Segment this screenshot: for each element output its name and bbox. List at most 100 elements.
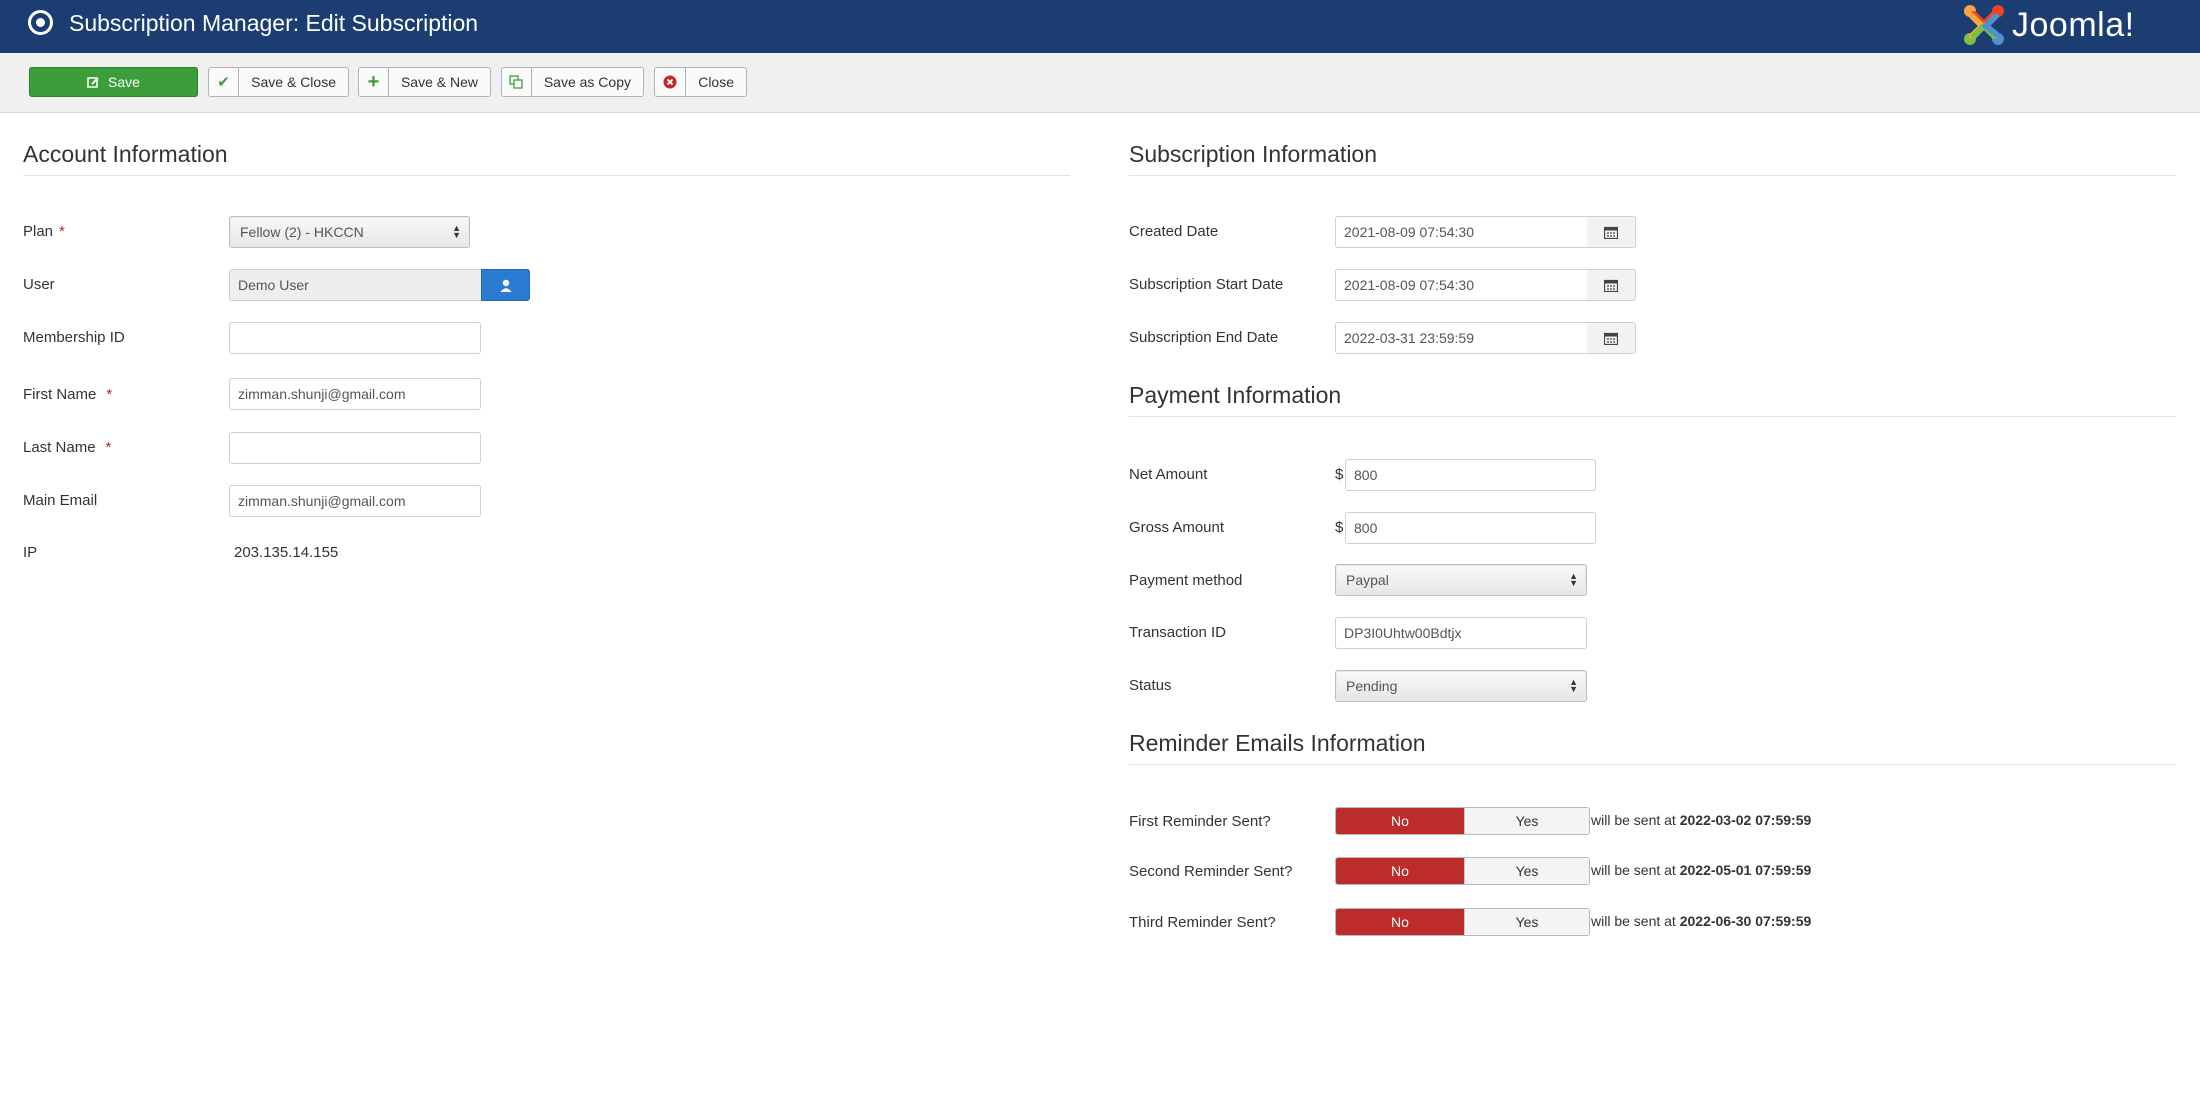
end-date-label: Subscription End Date: [1129, 329, 1279, 346]
subscription-divider: [1129, 175, 2176, 176]
start-date-label: Subscription Start Date: [1129, 276, 1284, 293]
plan-label-text: Plan: [23, 223, 54, 240]
close-button[interactable]: Close: [654, 67, 747, 97]
reminder-note-prefix: will be sent at: [1591, 862, 1676, 878]
membership-id-label: Membership ID: [23, 329, 125, 346]
payment-section-title: Payment Information: [1129, 382, 1342, 408]
reminder-date: 2022-06-30 07:59:59: [1679, 913, 1812, 929]
save-copy-button[interactable]: Save as Copy: [501, 67, 644, 97]
second-reminder-no-option[interactable]: No: [1336, 858, 1464, 884]
start-date-input[interactable]: 2021-08-09 07:54:30: [1335, 269, 1588, 301]
first-reminder-toggle: No Yes: [1335, 807, 1590, 835]
transaction-id-input[interactable]: DP3I0Uhtw00Bdtjx: [1335, 617, 1587, 649]
payment-method-value: Paypal: [1346, 572, 1389, 588]
ip-label: IP: [23, 544, 38, 561]
select-arrows-icon: ▲ ▼: [1569, 571, 1578, 588]
save-new-button-label: Save & New: [400, 74, 478, 90]
net-amount-label: Net Amount: [1129, 466, 1208, 483]
required-marker: *: [59, 223, 65, 240]
close-button-label: Close: [698, 74, 734, 90]
reminders-section-title: Reminder Emails Information: [1129, 730, 1426, 756]
main-email-label: Main Email: [23, 492, 98, 509]
save-button-label: Save: [108, 74, 140, 90]
save-new-button[interactable]: + Save & New: [358, 67, 491, 97]
user-label: User: [23, 276, 55, 293]
save-close-button[interactable]: ✔ Save & Close: [208, 67, 349, 97]
first-reminder-yes-option[interactable]: Yes: [1464, 808, 1589, 834]
first-name-label: First Name *: [23, 386, 112, 403]
first-name-input[interactable]: zimman.shunji@gmail.com: [229, 378, 481, 410]
joomla-logo[interactable]: Joomla!: [1962, 4, 2176, 46]
app-header: Subscription Manager: Edit Subscription …: [0, 0, 2200, 53]
created-date-calendar-button[interactable]: [1587, 216, 1636, 248]
reminder-date: 2022-05-01 07:59:59: [1679, 862, 1812, 878]
gross-amount-label: Gross Amount: [1129, 519, 1225, 536]
select-arrows-icon: ▲ ▼: [452, 223, 461, 240]
first-name-label-text: First Name: [23, 386, 97, 403]
third-reminder-toggle: No Yes: [1335, 908, 1590, 936]
calendar-icon: [1604, 332, 1618, 345]
close-circle-icon: [655, 68, 687, 96]
reminder-label: First Reminder Sent?: [1129, 813, 1271, 830]
plan-select-value: Fellow (2) - HKCCN: [240, 224, 364, 240]
end-date-input[interactable]: 2022-03-31 23:59:59: [1335, 322, 1588, 354]
reminder-label: Third Reminder Sent?: [1129, 914, 1276, 931]
created-date-input[interactable]: 2021-08-09 07:54:30: [1335, 216, 1588, 248]
save-button[interactable]: Save: [29, 67, 198, 97]
gross-amount-input[interactable]: 800: [1345, 512, 1596, 544]
last-name-label-text: Last Name: [23, 439, 96, 456]
check-icon: ✔: [209, 68, 240, 96]
membership-id-input[interactable]: [229, 322, 481, 354]
reminders-divider: [1129, 764, 2176, 765]
select-arrows-icon: ▲ ▼: [1569, 677, 1578, 694]
payment-method-label: Payment method: [1129, 572, 1243, 589]
save-copy-button-label: Save as Copy: [543, 74, 631, 90]
main-email-input[interactable]: zimman.shunji@gmail.com: [229, 485, 481, 517]
first-reminder-note: will be sent at 2022-03-02 07:59:59: [1591, 812, 1811, 828]
save-close-button-label: Save & Close: [251, 74, 336, 90]
joomla-logo-icon: [1964, 5, 2004, 45]
transaction-id-label: Transaction ID: [1129, 624, 1226, 641]
status-select-value: Pending: [1346, 678, 1398, 694]
user-icon: [500, 279, 511, 292]
status-select[interactable]: Pending ▲ ▼: [1335, 670, 1587, 702]
calendar-icon: [1604, 226, 1618, 239]
second-reminder-toggle: No Yes: [1335, 857, 1590, 885]
created-date-label: Created Date: [1129, 223, 1219, 240]
second-reminder-yes-option[interactable]: Yes: [1464, 858, 1589, 884]
reminder-date: 2022-03-02 07:59:59: [1679, 812, 1812, 828]
start-date-calendar-button[interactable]: [1587, 269, 1636, 301]
ip-value: 203.135.14.155: [234, 544, 339, 561]
currency-symbol: $: [1335, 519, 1344, 536]
last-name-input[interactable]: [229, 432, 481, 464]
joomla-logo-text: Joomla!: [2012, 6, 2135, 44]
plan-select[interactable]: Fellow (2) - HKCCN ▲ ▼: [229, 216, 470, 248]
required-marker: *: [105, 439, 112, 456]
third-reminder-note: will be sent at 2022-06-30 07:59:59: [1591, 913, 1811, 929]
select-user-button[interactable]: [481, 269, 530, 301]
target-icon: [28, 10, 53, 35]
reminder-note-prefix: will be sent at: [1591, 812, 1676, 828]
reminder-label: Second Reminder Sent?: [1129, 863, 1293, 880]
third-reminder-yes-option[interactable]: Yes: [1464, 909, 1589, 935]
plus-icon: +: [359, 68, 389, 96]
account-section-title: Account Information: [23, 141, 228, 167]
second-reminder-note: will be sent at 2022-05-01 07:59:59: [1591, 862, 1811, 878]
user-field[interactable]: Demo User: [229, 269, 482, 301]
third-reminder-no-option[interactable]: No: [1336, 909, 1464, 935]
last-name-label: Last Name *: [23, 439, 111, 456]
currency-symbol: $: [1335, 466, 1344, 483]
copy-icon: [502, 68, 532, 96]
subscription-section-title: Subscription Information: [1129, 141, 1378, 167]
required-marker: *: [106, 386, 113, 403]
payment-divider: [1129, 416, 2176, 417]
account-divider: [23, 175, 1070, 176]
plan-label: Plan *: [23, 223, 65, 240]
end-date-calendar-button[interactable]: [1587, 322, 1636, 354]
net-amount-input[interactable]: 800: [1345, 459, 1596, 491]
payment-method-select[interactable]: Paypal ▲ ▼: [1335, 564, 1587, 596]
reminder-note-prefix: will be sent at: [1591, 913, 1676, 929]
first-reminder-no-option[interactable]: No: [1336, 808, 1464, 834]
status-label: Status: [1129, 677, 1172, 694]
calendar-icon: [1604, 279, 1618, 292]
